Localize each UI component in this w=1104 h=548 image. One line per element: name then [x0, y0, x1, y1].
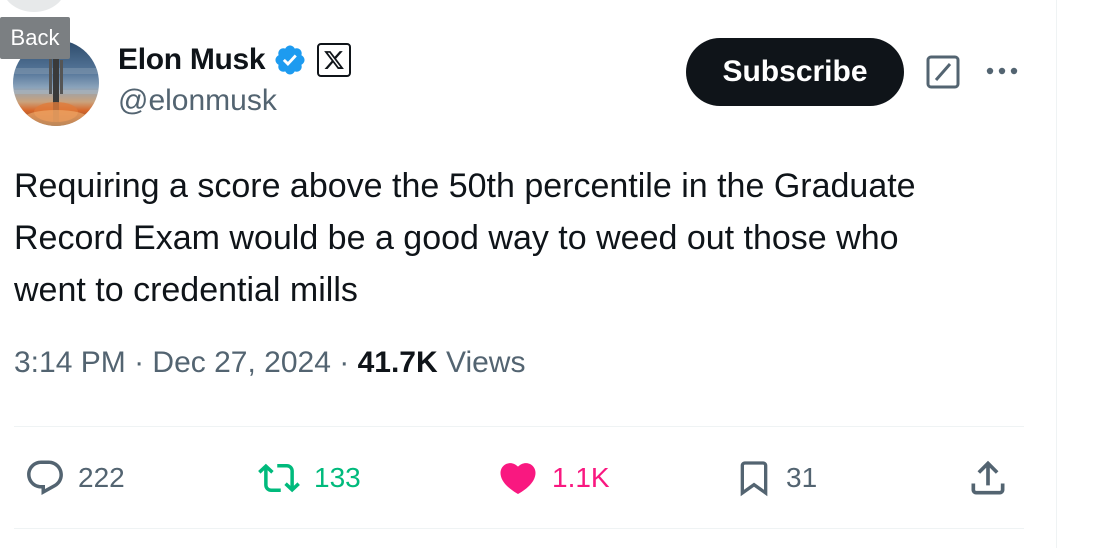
- bookmark-icon: [740, 461, 768, 497]
- more-icon[interactable]: [984, 61, 1020, 81]
- author-name-row: Elon Musk: [118, 40, 352, 80]
- reply-count: 222: [78, 462, 125, 493]
- bookmark-button[interactable]: 31: [734, 448, 817, 508]
- divider: [14, 426, 1024, 427]
- subscribe-button[interactable]: Subscribe: [686, 38, 904, 106]
- meta-separator: ·: [134, 346, 145, 379]
- tweet-date[interactable]: Dec 27, 2024: [152, 346, 330, 379]
- verified-badge-icon[interactable]: [273, 43, 307, 77]
- repost-icon: [258, 463, 300, 493]
- meta-separator: ·: [339, 346, 350, 379]
- tweet-time[interactable]: 3:14 PM: [14, 346, 126, 379]
- views-label: Views: [445, 346, 526, 379]
- back-button[interactable]: Back: [0, 17, 70, 59]
- repost-count: 133: [314, 462, 361, 493]
- like-button[interactable]: 1.1K: [496, 448, 610, 508]
- x-logo-icon: [317, 43, 352, 77]
- column-border: [1056, 0, 1057, 548]
- tweet-text: Requiring a score above the 50th percent…: [14, 167, 916, 309]
- tweet-meta: 3:14 PM · Dec 27, 2024 · 41.7K Views: [14, 346, 525, 380]
- repost-button[interactable]: 133: [256, 448, 361, 508]
- author-handle[interactable]: @elonmusk: [118, 84, 277, 118]
- bookmark-count: 31: [786, 462, 818, 493]
- grok-icon[interactable]: [926, 55, 960, 89]
- like-count: 1.1K: [552, 462, 610, 493]
- top-nav-button[interactable]: [2, 0, 66, 12]
- share-button[interactable]: [966, 448, 1010, 508]
- heart-icon: [500, 463, 536, 495]
- reply-button[interactable]: 222: [24, 448, 125, 508]
- divider: [14, 528, 1024, 529]
- share-icon: [971, 460, 1005, 495]
- chat-bubble-icon: [27, 460, 63, 495]
- author-name[interactable]: Elon Musk: [118, 43, 266, 77]
- views-count: 41.7K: [357, 346, 438, 379]
